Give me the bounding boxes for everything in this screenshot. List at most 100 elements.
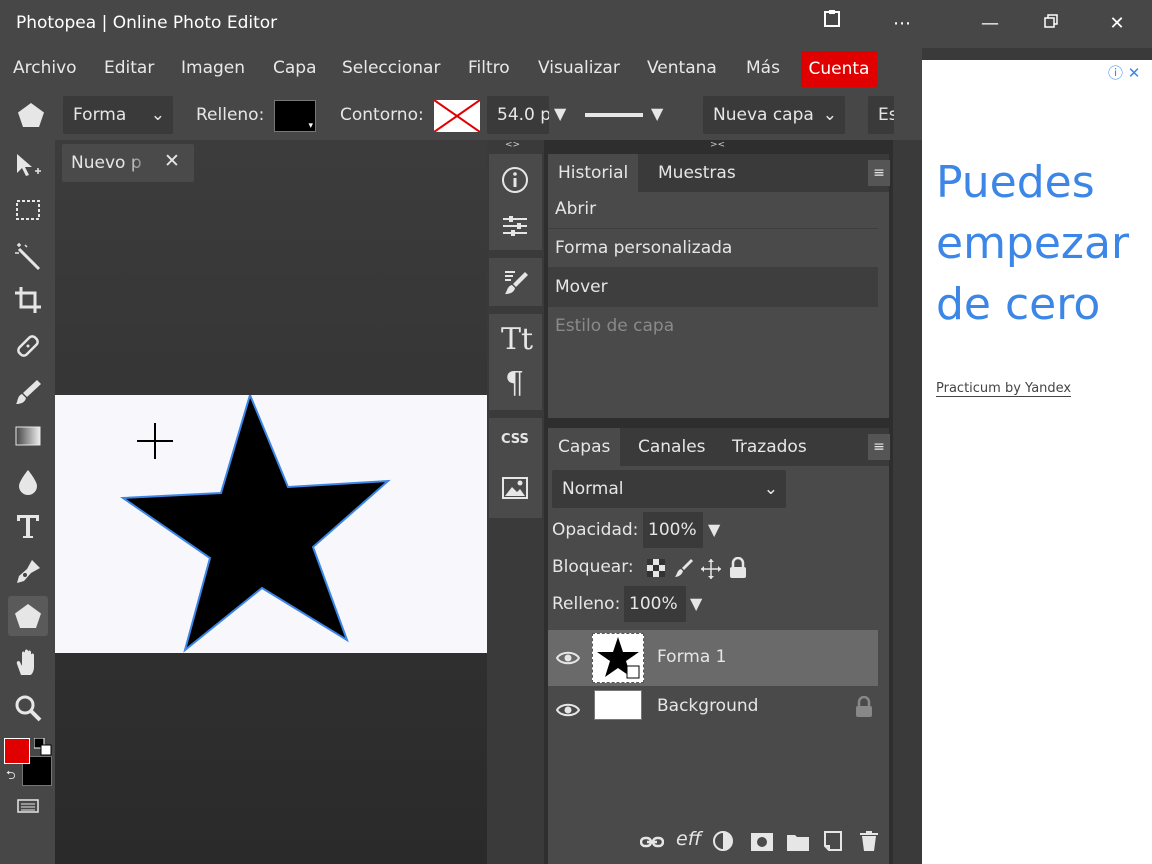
layer-row-selected[interactable]: Forma 1: [548, 630, 878, 686]
polygon-shape-icon[interactable]: [15, 100, 47, 132]
hand-tool-icon[interactable]: [8, 642, 48, 682]
stroke-width-value: 54.0 p: [497, 105, 549, 125]
lock-pixels-icon[interactable]: [674, 558, 694, 578]
menu-ventana[interactable]: Ventana: [647, 58, 717, 78]
ad-sponsor[interactable]: Practicum by Yandex: [936, 381, 1072, 397]
close-tab-icon[interactable]: ✕: [164, 150, 180, 172]
menu-mas[interactable]: Más: [746, 58, 780, 78]
css-icon[interactable]: CSS: [501, 432, 529, 447]
move-tool-icon[interactable]: [8, 146, 48, 186]
tab-trazados[interactable]: Trazados: [722, 428, 817, 466]
gradient-tool-icon[interactable]: [8, 416, 48, 456]
history-tabs: Historial Muestras ≡: [548, 154, 890, 192]
trash-icon[interactable]: [858, 830, 880, 852]
fill-dropdown-icon[interactable]: ▼: [690, 594, 702, 613]
image-icon[interactable]: [501, 474, 529, 502]
ad-headline[interactable]: Puedes empezar de cero: [936, 152, 1151, 335]
collapse-left-icon[interactable]: <>: [505, 140, 520, 150]
tab-historial[interactable]: Historial: [548, 154, 639, 192]
mask-icon[interactable]: [750, 832, 774, 852]
menu-visualizar[interactable]: Visualizar: [538, 58, 620, 78]
shape-tool-icon[interactable]: [8, 596, 48, 636]
menu-filtro[interactable]: Filtro: [468, 58, 510, 78]
document-tab-label: Nuevo p: [71, 153, 142, 173]
options-bar: Forma ⌄ Relleno: ▾ Contorno: 54.0 p ▼ ▼ …: [0, 90, 922, 140]
title-bar: Photopea | Online Photo Editor ⋯ — ✕: [0, 0, 1152, 48]
menu-editar[interactable]: Editar: [104, 58, 154, 78]
history-menu-icon[interactable]: ≡: [868, 160, 890, 186]
menu-imagen[interactable]: Imagen: [181, 58, 245, 78]
stroke-width-dropdown-icon[interactable]: ▼: [554, 104, 566, 123]
quick-mask-icon[interactable]: [17, 798, 39, 814]
fill-input[interactable]: 100%: [624, 586, 686, 622]
magic-wand-tool-icon[interactable]: [8, 236, 48, 276]
marquee-tool-icon[interactable]: [8, 190, 48, 230]
brush-tool-icon[interactable]: [8, 372, 48, 412]
opacity-dropdown-icon[interactable]: ▼: [708, 520, 720, 539]
eye-icon[interactable]: [555, 700, 581, 720]
new-layer-icon[interactable]: [822, 830, 844, 852]
new-layer-select[interactable]: Nueva capa ⌄: [703, 96, 845, 134]
brush-settings-icon[interactable]: [501, 268, 529, 296]
blur-tool-icon[interactable]: [8, 462, 48, 502]
layer-row[interactable]: Background: [548, 686, 878, 742]
account-button[interactable]: Cuenta: [801, 51, 877, 87]
menu-seleccionar[interactable]: Seleccionar: [342, 58, 440, 78]
zoom-tool-icon[interactable]: [8, 688, 48, 728]
stroke-style-line[interactable]: [585, 113, 643, 117]
shape-type-select[interactable]: Forma ⌄: [63, 96, 173, 134]
minimize-icon[interactable]: —: [973, 8, 1007, 40]
opacity-input[interactable]: 100%: [643, 512, 703, 548]
crop-tool-icon[interactable]: [8, 280, 48, 320]
extra-option-select[interactable]: Es: [868, 96, 894, 134]
new-layer-value: Nueva capa: [713, 105, 814, 125]
lock-all-icon[interactable]: [728, 556, 748, 579]
lock-position-icon[interactable]: [700, 558, 722, 580]
collapse-right-icon[interactable]: ><: [710, 140, 725, 150]
stroke-swatch[interactable]: [434, 100, 480, 132]
menu-capa[interactable]: Capa: [273, 58, 317, 78]
canvas[interactable]: [55, 392, 487, 653]
type-tool-icon[interactable]: [8, 506, 48, 546]
swap-colors-icon[interactable]: ⮌: [6, 766, 16, 787]
layer-name[interactable]: Forma 1: [657, 647, 726, 667]
tab-muestras[interactable]: Muestras: [648, 154, 746, 192]
app-menu-icon[interactable]: [815, 8, 849, 40]
history-item[interactable]: Abrir: [548, 190, 878, 229]
history-item-inactive[interactable]: Estilo de capa: [548, 307, 878, 346]
star-shape[interactable]: [55, 392, 487, 653]
stroke-width-input[interactable]: 54.0 p: [487, 96, 549, 134]
pen-tool-icon[interactable]: [8, 552, 48, 592]
document-tab[interactable]: Nuevo p ✕: [62, 144, 194, 182]
panel-icon-strip: <> Tt ¶ CSS: [487, 140, 544, 864]
ad-choices-icon[interactable]: ⓘ ✕: [1108, 62, 1148, 82]
history-item[interactable]: Forma personalizada: [548, 229, 878, 268]
adjustment-layer-icon[interactable]: [712, 830, 734, 852]
folder-icon[interactable]: [786, 832, 810, 852]
adjustments-icon[interactable]: [501, 212, 529, 240]
lock-transparency-icon[interactable]: [646, 558, 666, 578]
character-icon[interactable]: Tt: [501, 322, 533, 357]
more-options-icon[interactable]: ⋯: [885, 8, 919, 40]
restore-icon[interactable]: [1034, 8, 1068, 40]
eye-icon[interactable]: [555, 648, 581, 668]
layers-menu-icon[interactable]: ≡: [868, 434, 890, 460]
close-window-icon[interactable]: ✕: [1100, 8, 1134, 40]
history-item-current[interactable]: Mover: [548, 268, 878, 307]
info-group: [489, 154, 542, 250]
advertisement[interactable]: ⓘ ✕ Puedes empezar de cero Practicum by …: [922, 60, 1152, 864]
paragraph-icon[interactable]: ¶: [505, 366, 524, 401]
default-colors-icon[interactable]: [33, 737, 52, 756]
tab-canales[interactable]: Canales: [628, 428, 716, 466]
info-icon[interactable]: [501, 166, 529, 194]
healing-brush-tool-icon[interactable]: [8, 326, 48, 366]
stroke-style-dropdown-icon[interactable]: ▼: [651, 104, 663, 123]
menu-archivo[interactable]: Archivo: [13, 58, 77, 78]
effects-icon[interactable]: eff: [676, 828, 701, 850]
fill-swatch[interactable]: ▾: [274, 100, 316, 132]
layer-name[interactable]: Background: [657, 696, 758, 716]
history-panel: Historial Muestras ≡ Abrir Forma persona…: [548, 154, 890, 418]
link-icon[interactable]: [639, 832, 665, 852]
tab-capas[interactable]: Capas: [548, 428, 621, 466]
blend-mode-select[interactable]: Normal ⌄: [552, 470, 786, 508]
